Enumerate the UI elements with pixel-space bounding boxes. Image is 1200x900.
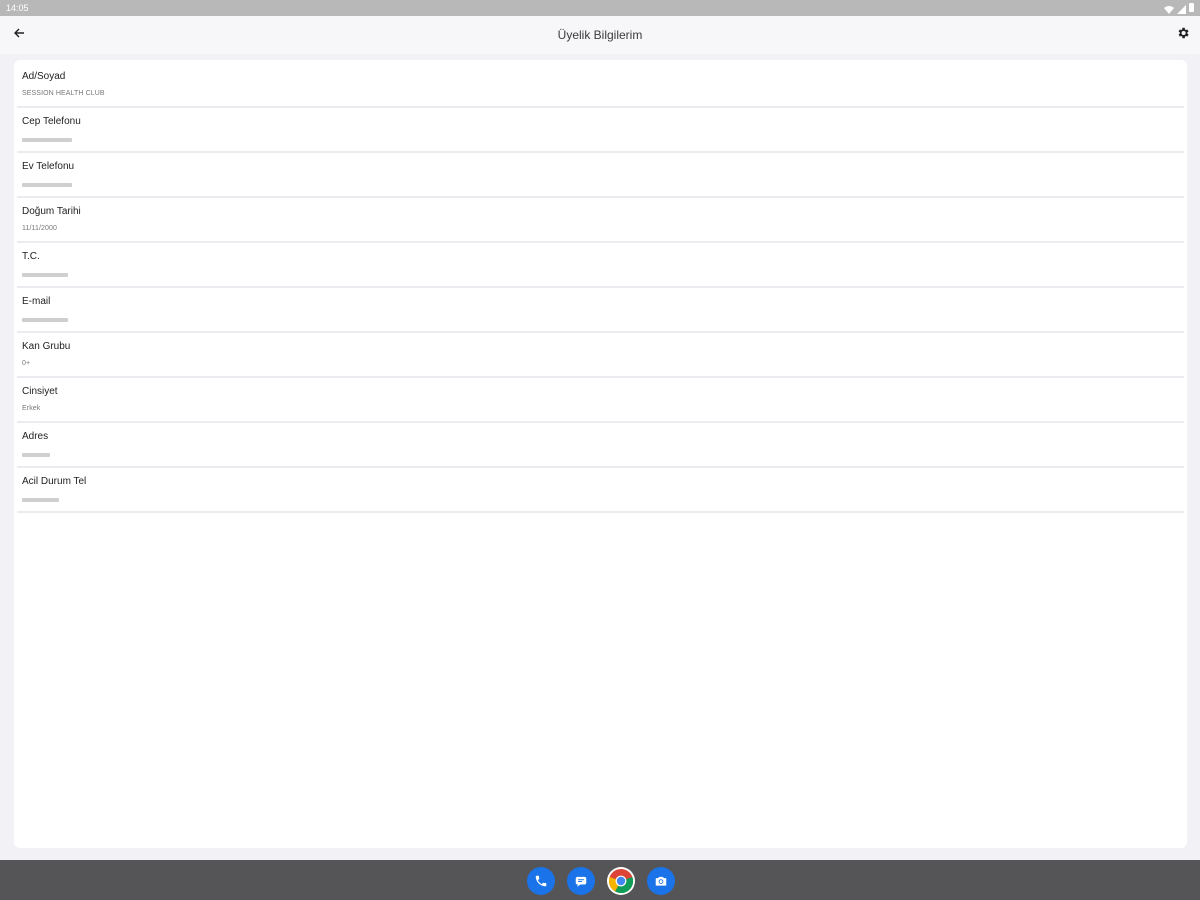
signal-icon	[1177, 3, 1186, 14]
field-row-email[interactable]: E-mail	[17, 288, 1184, 333]
field-label: E-mail	[22, 296, 51, 307]
dock-apps	[527, 867, 675, 895]
field-value: Erkek	[22, 405, 41, 412]
settings-button[interactable]	[1172, 24, 1194, 46]
field-label: Cep Telefonu	[22, 116, 81, 127]
status-bar: 14:05	[0, 0, 1200, 16]
masked-value	[22, 318, 68, 322]
chrome-icon[interactable]	[607, 867, 635, 895]
gear-icon	[1176, 26, 1190, 45]
phone-icon[interactable]	[527, 867, 555, 895]
field-row-home-phone[interactable]: Ev Telefonu	[17, 153, 1184, 198]
app-bar: Üyelik Bilgilerim	[0, 16, 1200, 54]
field-label: Acil Durum Tel	[22, 476, 87, 487]
masked-value	[22, 453, 50, 457]
taskbar-dock	[0, 860, 1200, 900]
field-row-tc[interactable]: T.C.	[17, 243, 1184, 288]
field-label: T.C.	[22, 251, 40, 262]
member-info-card: Ad/Soyad SESSION HEALTH CLUB Cep Telefon…	[14, 60, 1187, 848]
battery-icon	[1189, 3, 1194, 12]
field-label: Ad/Soyad	[22, 71, 66, 82]
field-row-address[interactable]: Adres	[17, 423, 1184, 468]
field-row-mobile-phone[interactable]: Cep Telefonu	[17, 108, 1184, 153]
status-time: 14:05	[6, 3, 29, 13]
field-label: Adres	[22, 431, 49, 442]
field-value: 0+	[22, 360, 31, 367]
masked-value	[22, 498, 59, 502]
field-label: Ev Telefonu	[22, 161, 75, 172]
member-info-list: Ad/Soyad SESSION HEALTH CLUB Cep Telefon…	[14, 60, 1187, 513]
messages-icon[interactable]	[567, 867, 595, 895]
field-row-name[interactable]: Ad/Soyad SESSION HEALTH CLUB	[17, 63, 1184, 108]
field-value: 11/11/2000	[22, 225, 57, 232]
camera-icon[interactable]	[647, 867, 675, 895]
field-value: SESSION HEALTH CLUB	[22, 90, 105, 97]
wifi-icon	[1164, 3, 1174, 14]
field-row-emergency-phone[interactable]: Acil Durum Tel	[17, 468, 1184, 513]
status-icons	[1164, 3, 1194, 14]
field-row-gender[interactable]: Cinsiyet Erkek	[17, 378, 1184, 423]
field-label: Kan Grubu	[22, 341, 71, 352]
page-title: Üyelik Bilgilerim	[557, 28, 643, 42]
field-row-birth-date[interactable]: Doğum Tarihi 11/11/2000	[17, 198, 1184, 243]
field-label: Doğum Tarihi	[22, 206, 81, 217]
field-row-blood-type[interactable]: Kan Grubu 0+	[17, 333, 1184, 378]
masked-value	[22, 138, 72, 142]
masked-value	[22, 183, 72, 187]
masked-value	[22, 273, 68, 277]
field-label: Cinsiyet	[22, 386, 58, 397]
